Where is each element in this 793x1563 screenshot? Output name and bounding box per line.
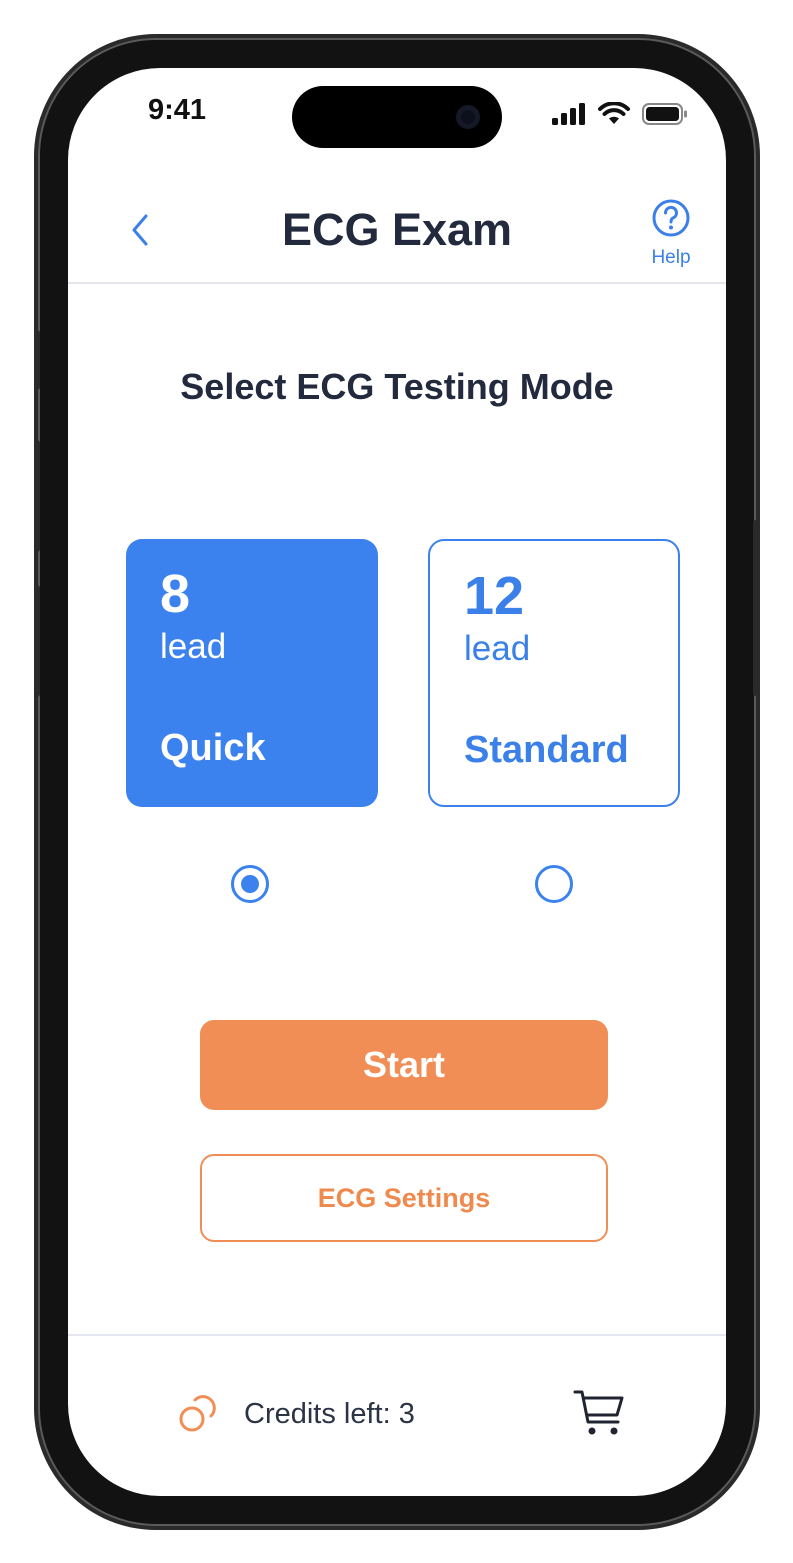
battery-icon bbox=[642, 103, 687, 125]
mode-lead-unit: lead bbox=[464, 629, 531, 668]
credits-left-text: Credits left: 3 bbox=[244, 1398, 415, 1430]
header: ECG Exam Help bbox=[68, 186, 726, 284]
mode-lead-count: 8 bbox=[160, 564, 191, 624]
wifi-icon bbox=[598, 102, 630, 124]
help-label: Help bbox=[651, 247, 691, 268]
mode-lead-count: 12 bbox=[464, 566, 525, 626]
status-time: 9:41 bbox=[148, 94, 207, 126]
cart-button[interactable] bbox=[571, 1384, 627, 1440]
action-button bbox=[34, 330, 40, 390]
mode-name: Quick bbox=[160, 727, 266, 769]
shopping-cart-icon bbox=[573, 1390, 624, 1435]
mode-lead-unit: lead bbox=[160, 627, 227, 666]
volume-up-button bbox=[34, 440, 40, 552]
status-icons bbox=[552, 102, 688, 126]
dynamic-island bbox=[292, 86, 502, 148]
radio-standard[interactable] bbox=[535, 865, 573, 903]
page-title: ECG Exam bbox=[281, 204, 513, 255]
section-title: Select ECG Testing Mode bbox=[180, 366, 614, 407]
mode-name: Standard bbox=[464, 729, 629, 771]
help-button[interactable]: Help bbox=[648, 198, 694, 269]
mode-card-standard[interactable]: 12 lead Standard bbox=[428, 539, 680, 807]
radio-quick[interactable] bbox=[231, 865, 269, 903]
start-button[interactable]: Start bbox=[200, 1020, 608, 1110]
screen: 9:41 ECG Exam Help Select ECG Testing Mo… bbox=[68, 68, 726, 1496]
cellular-signal-icon bbox=[552, 103, 585, 125]
mode-card-quick[interactable]: 8 lead Quick bbox=[126, 539, 378, 807]
front-camera bbox=[456, 105, 480, 129]
coins-icon bbox=[179, 1395, 216, 1432]
ecg-settings-button[interactable]: ECG Settings bbox=[200, 1154, 608, 1242]
footer-bar: Credits left: 3 bbox=[68, 1334, 726, 1496]
question-circle-icon bbox=[652, 199, 690, 237]
power-button bbox=[753, 520, 759, 696]
volume-down-button bbox=[34, 585, 40, 697]
